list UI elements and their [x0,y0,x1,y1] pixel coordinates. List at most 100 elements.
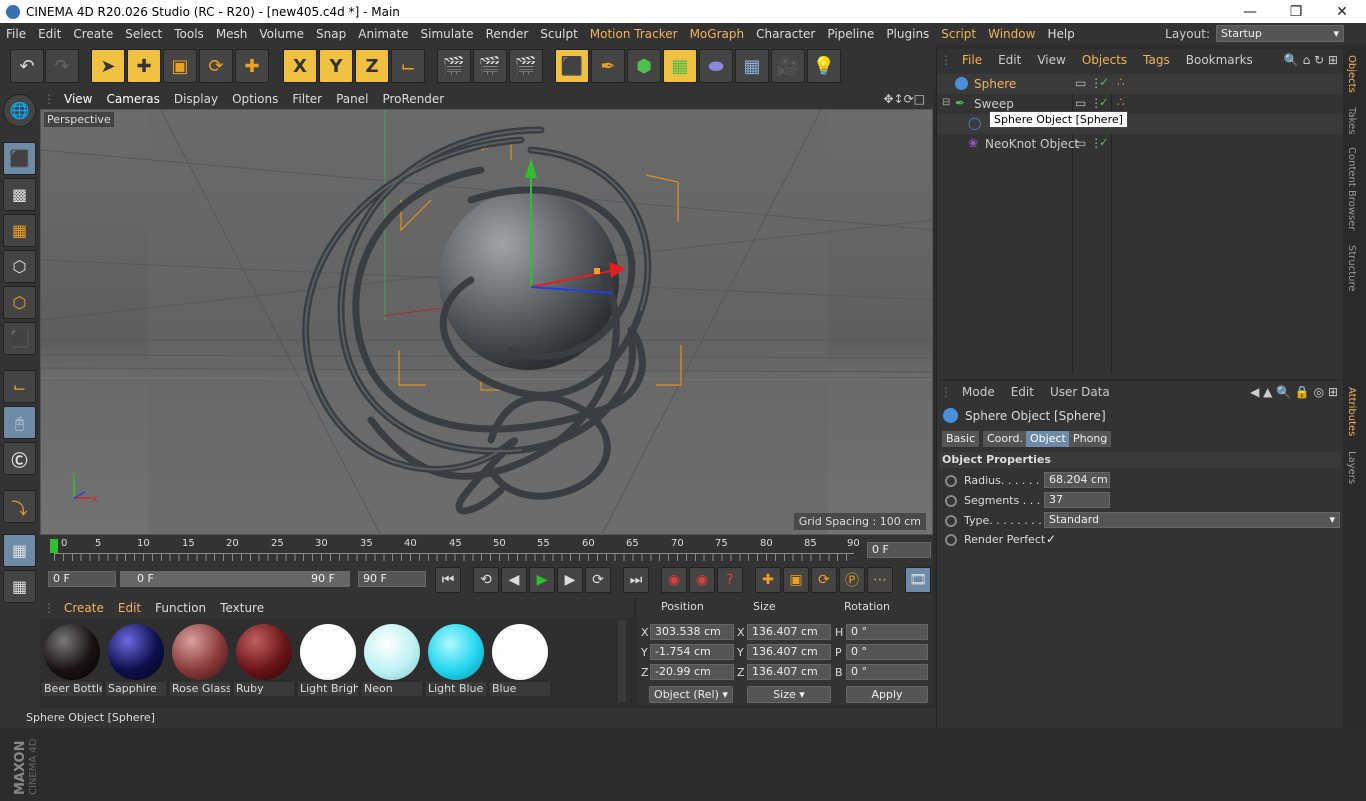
menu-window[interactable]: Window [982,27,1041,41]
viewport-menu-display[interactable]: Display [167,92,225,106]
collapse-icon[interactable]: ⊟ [942,97,950,108]
material-menu-texture[interactable]: Texture [213,601,271,615]
object-row-neoknot[interactable]: ❀ NeoKnot Object ▭ ⋮ ✓ [937,134,1344,154]
current-frame-field[interactable]: 0 F [867,542,931,558]
viewport-menu-filter[interactable]: Filter [285,92,329,106]
tweak-mode-icon[interactable]: 🖰 [3,406,36,439]
axis-mode-icon[interactable]: ⌙ [3,370,36,403]
coordinate-mode-dropdown[interactable]: Object (Rel) ▾ [649,686,733,703]
menu-help[interactable]: Help [1041,27,1080,41]
menu-mesh[interactable]: Mesh [210,27,254,41]
side-tab-layers[interactable]: Layers [1346,451,1357,484]
coordinate-system-icon[interactable]: ⌙ [391,49,425,83]
keyframe-selection-icon[interactable]: ? [717,567,743,593]
menu-snap[interactable]: Snap [310,27,352,41]
viewport-menu-panel[interactable]: Panel [329,92,375,106]
magnet-icon[interactable]: ⤵ [3,490,36,523]
material-menu-edit[interactable]: Edit [111,601,148,615]
material-tag-icon[interactable]: ∴ [1117,75,1125,89]
play-icon[interactable]: ▶ [529,567,555,593]
close-icon[interactable]: ✕ [1319,0,1365,23]
viewport-nav-icons[interactable]: ✥↕⟳□ [883,92,925,106]
max-frame-field[interactable]: 90 F [358,571,426,587]
tab-coord[interactable]: Coord. [983,431,1027,447]
material-item[interactable]: Neon [362,622,422,696]
viewport-menu-prorender[interactable]: ProRender [375,92,451,106]
animate-dot-icon[interactable] [945,495,957,507]
restore-icon[interactable]: ❐ [1273,0,1319,23]
material-scrollbar[interactable] [618,620,626,702]
undo-icon[interactable]: ↶ [10,49,44,83]
menu-plugins[interactable]: Plugins [880,27,935,41]
z-axis-lock-button[interactable]: Z [355,49,389,83]
type-dropdown[interactable]: Standard ▾ [1044,512,1340,528]
texture-mode-icon[interactable]: ▩ [3,178,36,211]
animate-dot-icon[interactable] [945,475,957,487]
material-item[interactable]: Sapphire [106,622,166,696]
menu-simulate[interactable]: Simulate [415,27,480,41]
autokey-icon[interactable]: ◉ [689,567,715,593]
redo-icon[interactable]: ↷ [45,49,79,83]
timeline-window-icon[interactable]: 🎞 [905,567,931,593]
enabled-check-icon[interactable]: ✓ [1099,75,1109,89]
menu-pipeline[interactable]: Pipeline [821,27,880,41]
go-to-start-icon[interactable]: ⏮ [435,567,461,593]
apply-button[interactable]: Apply [846,686,928,703]
side-tab-structure[interactable]: Structure [1346,245,1357,292]
workplane-icon[interactable]: ▦ [3,214,36,247]
side-tab-takes[interactable]: Takes [1346,107,1357,134]
side-tab-content-browser[interactable]: Content Browser [1346,147,1357,230]
menu-motion-tracker[interactable]: Motion Tracker [584,27,684,41]
enabled-check-icon[interactable]: ✓ [1099,95,1109,109]
timeline-ruler[interactable]: 0 5 10 15 20 25 30 35 40 45 50 55 60 65 … [40,535,933,563]
menu-select[interactable]: Select [119,27,168,41]
material-item[interactable]: Beer Bottle [42,622,102,696]
key-rotation-icon[interactable]: ⟳ [811,567,837,593]
object-row-sphere[interactable]: Sphere ▭ ⋮ ✓ ∴ [937,74,1344,94]
material-item[interactable]: Light Brigh [298,622,358,696]
rotation-b-field[interactable]: 0 ° [846,664,928,680]
menu-tools[interactable]: Tools [168,27,210,41]
edges-mode-icon[interactable]: ⬡ [3,286,36,319]
rotation-h-field[interactable]: 0 ° [846,624,928,640]
polygons-mode-icon[interactable]: ⬛ [3,322,36,355]
segments-field[interactable]: 37 [1044,492,1110,508]
material-item[interactable]: Rose Glass [170,622,230,696]
position-z-field[interactable]: -20.99 cm [650,664,734,680]
attributes-menu-user-data[interactable]: User Data [1042,385,1118,399]
material-menu-function[interactable]: Function [148,601,213,615]
material-item[interactable]: Blue [490,622,550,696]
y-axis-lock-button[interactable]: Y [319,49,353,83]
layout-dropdown[interactable]: Startup ▾ [1216,25,1344,42]
rotation-p-field[interactable]: 0 ° [846,644,928,660]
menu-sculpt[interactable]: Sculpt [534,27,583,41]
menu-edit[interactable]: Edit [32,27,67,41]
material-tag-icon[interactable]: ∴ [1117,95,1125,109]
material-menu-create[interactable]: Create [57,601,111,615]
render-view-icon[interactable]: 🎬 [437,49,471,83]
objects-menu-file[interactable]: File [954,53,990,67]
render-picture-viewer-icon[interactable]: 🎬 [473,49,507,83]
planar-workplane-icon[interactable]: ▦ [3,570,36,603]
tab-object[interactable]: Object [1026,431,1070,447]
render-settings-icon[interactable]: 🎬 [509,49,543,83]
attributes-menu-mode[interactable]: Mode [954,385,1003,399]
previous-key-icon[interactable]: ⟲ [473,567,499,593]
menu-file[interactable]: File [0,27,32,41]
key-scale-icon[interactable]: ▣ [783,567,809,593]
viewport-menu-options[interactable]: Options [225,92,285,106]
side-tab-attributes[interactable]: Attributes [1346,387,1357,436]
previous-frame-icon[interactable]: ◀ [501,567,527,593]
snap-icon[interactable]: Ⓒ [3,442,36,475]
floor-icon[interactable]: ▦ [735,49,769,83]
size-mode-dropdown[interactable]: Size ▾ [747,686,831,703]
render-perfect-checkbox[interactable]: ✓ [1046,532,1056,546]
material-item[interactable]: Ruby [234,622,294,696]
record-icon[interactable]: ◉ [661,567,687,593]
tab-basic[interactable]: Basic [942,431,980,447]
menu-script[interactable]: Script [935,27,982,41]
objects-menu-view[interactable]: View [1029,53,1073,67]
enabled-check-icon[interactable]: ✓ [1099,135,1109,149]
points-mode-icon[interactable]: ⬡ [3,250,36,283]
objects-toolbar-icons[interactable]: 🔍 ⌂ ↻ ⊞ [1284,53,1338,67]
